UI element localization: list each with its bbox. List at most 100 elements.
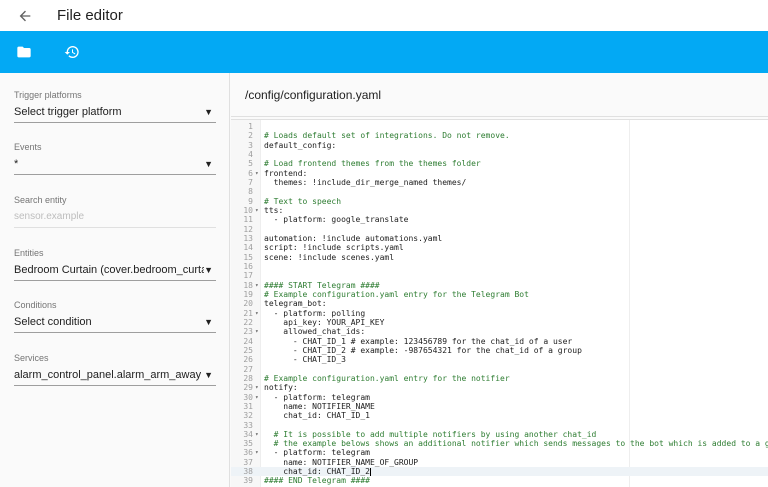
line-text: scene: !include scenes.yaml bbox=[264, 252, 395, 262]
code-line[interactable]: 36 ▾ - platform: telegram bbox=[231, 448, 768, 457]
search-entity-field: Search entity sensor.example bbox=[14, 194, 216, 228]
search-entity-input[interactable]: sensor.example bbox=[14, 206, 216, 228]
line-number: 11 bbox=[243, 215, 253, 225]
field-label: Services bbox=[14, 353, 49, 363]
code-line[interactable]: 31 name: NOTIFIER_NAME bbox=[231, 402, 768, 411]
code-line[interactable]: 38 chat_id: CHAT_ID_2 bbox=[231, 467, 768, 477]
code-line[interactable]: 16 bbox=[231, 262, 768, 271]
code-line[interactable]: 24 - CHAT_ID_1 # example: 123456789 for … bbox=[231, 337, 768, 346]
field-value: Bedroom Curtain (cover.bedroom_curtain) bbox=[14, 263, 205, 276]
code-line[interactable]: 1 bbox=[231, 122, 768, 131]
line-text: - CHAT_ID_1 # example: 123456789 for the… bbox=[264, 336, 573, 346]
code-line[interactable]: 21 ▾ - platform: polling bbox=[231, 309, 768, 318]
line-number: 25 bbox=[243, 345, 253, 355]
line-text: #### END Telegram #### bbox=[264, 476, 370, 486]
code-line[interactable]: 9 # Text to speech bbox=[231, 197, 768, 206]
code-line[interactable]: 25 - CHAT_ID_2 # example: -987654321 for… bbox=[231, 346, 768, 355]
trigger-platform-select[interactable]: Select trigger platform ▼ bbox=[14, 101, 216, 123]
field-value: * bbox=[14, 157, 19, 170]
code-line[interactable]: 19 # Example configuration.yaml entry for… bbox=[231, 290, 768, 299]
field-label: Events bbox=[14, 142, 42, 152]
line-number: 3 bbox=[248, 140, 253, 150]
browse-files-button[interactable] bbox=[12, 40, 36, 64]
code-line[interactable]: 13 automation: !include automations.yaml bbox=[231, 234, 768, 243]
field-label: Entities bbox=[14, 248, 44, 258]
code-line[interactable]: 17 bbox=[231, 271, 768, 280]
code-line[interactable]: 27 bbox=[231, 365, 768, 374]
code-line[interactable]: 18 ▾ #### START Telegram #### bbox=[231, 281, 768, 290]
entities-field: Entities Bedroom Curtain (cover.bedroom_… bbox=[14, 247, 216, 281]
caret-down-icon: ▼ bbox=[204, 369, 213, 380]
code-line[interactable]: 6 ▾ frontend: bbox=[231, 169, 768, 178]
code-line[interactable]: 15 scene: !include scenes.yaml bbox=[231, 253, 768, 262]
code-line[interactable]: 35 # the example belows shows an additio… bbox=[231, 439, 768, 448]
code-line[interactable]: 33 bbox=[231, 421, 768, 430]
code-line[interactable]: 12 bbox=[231, 225, 768, 234]
code-line[interactable]: 29 ▾ notify: bbox=[231, 383, 768, 392]
code-line[interactable]: 14 script: !include scripts.yaml bbox=[231, 243, 768, 252]
fold-toggle-icon[interactable]: ▾ bbox=[255, 393, 259, 402]
code-line[interactable]: 10 ▾ tts: bbox=[231, 206, 768, 215]
line-number: 34 bbox=[243, 429, 253, 439]
line-number: 23 bbox=[243, 327, 253, 337]
code-line[interactable]: 30 ▾ - platform: telegram bbox=[231, 393, 768, 402]
field-value: Select condition bbox=[14, 315, 92, 328]
line-number: 21 bbox=[243, 308, 253, 318]
code-line[interactable]: 8 bbox=[231, 187, 768, 196]
entities-select[interactable]: Bedroom Curtain (cover.bedroom_curtain) … bbox=[14, 259, 216, 281]
line-number: 30 bbox=[243, 392, 253, 402]
main-panel: /config/configuration.yaml 1 2 # Loads def… bbox=[231, 73, 768, 487]
code-editor[interactable]: 1 2 # Loads default set of integrations. D… bbox=[231, 119, 768, 487]
events-select[interactable]: * ▼ bbox=[14, 153, 216, 175]
line-number: 12 bbox=[243, 224, 253, 234]
line-number: 37 bbox=[243, 457, 253, 467]
line-text: script: !include scripts.yaml bbox=[264, 243, 404, 253]
fold-toggle-icon[interactable]: ▾ bbox=[255, 327, 259, 336]
fold-toggle-icon[interactable]: ▾ bbox=[255, 309, 259, 318]
line-number: 39 bbox=[243, 476, 253, 486]
code-line[interactable]: 32 chat_id: CHAT_ID_1 bbox=[231, 411, 768, 420]
back-button[interactable] bbox=[13, 4, 37, 28]
conditions-select[interactable]: Select condition ▼ bbox=[14, 311, 216, 333]
code-line[interactable]: 11 - platform: google_translate bbox=[231, 215, 768, 224]
fold-toggle-icon[interactable]: ▾ bbox=[255, 448, 259, 457]
history-button[interactable] bbox=[60, 40, 84, 64]
line-number: 8 bbox=[248, 187, 253, 197]
code-line[interactable]: 26 - CHAT_ID_3 bbox=[231, 355, 768, 364]
code-line[interactable]: 22 api_key: YOUR_API_KEY bbox=[231, 318, 768, 327]
code-line[interactable]: 2 # Loads default set of integrations. Do… bbox=[231, 131, 768, 140]
line-text: default_config: bbox=[264, 140, 337, 150]
code-line[interactable]: 39 #### END Telegram #### bbox=[231, 476, 768, 485]
caret-down-icon: ▼ bbox=[204, 316, 213, 327]
line-number: 36 bbox=[243, 448, 253, 458]
line-number: 29 bbox=[243, 383, 253, 393]
fold-toggle-icon[interactable]: ▾ bbox=[255, 383, 259, 392]
code-line[interactable]: 34 ▾ # It is possible to add multiple not… bbox=[231, 430, 768, 439]
services-select[interactable]: alarm_control_panel.alarm_arm_away ▼ bbox=[14, 364, 216, 386]
code-line[interactable]: 20 telegram_bot: bbox=[231, 299, 768, 308]
line-number: 35 bbox=[243, 439, 253, 449]
line-text: frontend: bbox=[264, 168, 308, 178]
line-text: # the example belows shows an additional… bbox=[264, 439, 768, 449]
line-text: # Load frontend themes from the themes f… bbox=[264, 159, 481, 169]
line-text: - platform: google_translate bbox=[264, 215, 409, 225]
code-line[interactable]: 5 # Load frontend themes from the themes … bbox=[231, 159, 768, 168]
code-line[interactable]: 4 bbox=[231, 150, 768, 159]
caret-down-icon: ▼ bbox=[204, 264, 213, 275]
fold-toggle-icon[interactable]: ▾ bbox=[255, 430, 259, 439]
line-text: - CHAT_ID_2 # example: -987654321 for th… bbox=[264, 345, 582, 355]
line-number: 17 bbox=[243, 271, 253, 281]
fold-toggle-icon[interactable]: ▾ bbox=[255, 169, 259, 178]
field-label: Conditions bbox=[14, 300, 57, 310]
code-line[interactable]: 23 ▾ allowed_chat_ids: bbox=[231, 327, 768, 336]
field-label: Search entity bbox=[14, 195, 67, 205]
code-line[interactable]: 7 themes: !include_dir_merge_named theme… bbox=[231, 178, 768, 187]
code-line[interactable]: 37 name: NOTIFIER_NAME_OF_GROUP bbox=[231, 458, 768, 467]
line-number: 33 bbox=[243, 420, 253, 430]
fold-toggle-icon[interactable]: ▾ bbox=[255, 206, 259, 215]
app-title: File editor bbox=[57, 7, 123, 24]
code-line[interactable]: 3 default_config: bbox=[231, 141, 768, 150]
fold-toggle-icon[interactable]: ▾ bbox=[255, 281, 259, 290]
code-line[interactable]: 28 # Example configuration.yaml entry for… bbox=[231, 374, 768, 383]
line-text: - platform: telegram bbox=[264, 448, 370, 458]
